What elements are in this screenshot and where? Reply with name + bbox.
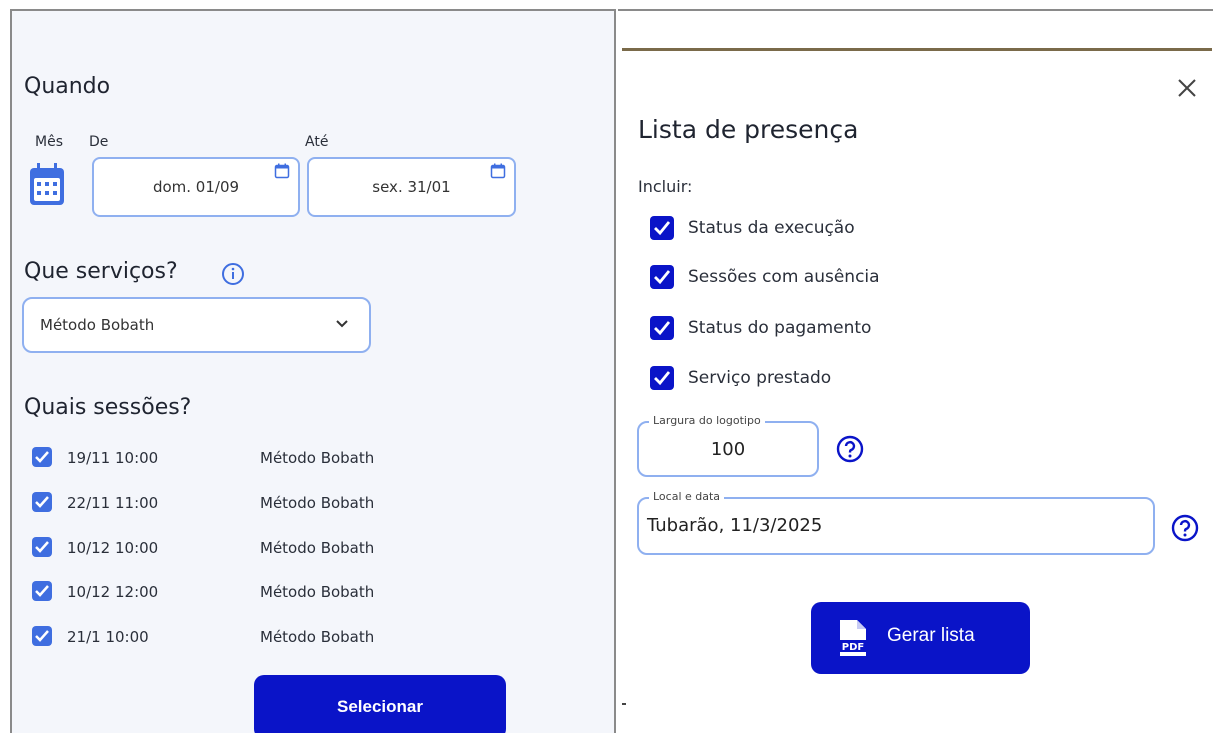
session-date: 19/11 10:00	[67, 449, 159, 467]
checkbox-checked-icon[interactable]	[32, 537, 52, 557]
when-title: Quando	[24, 74, 111, 99]
session-date: 10/12 12:00	[67, 583, 159, 601]
generate-list-button[interactable]: PDF Gerar lista	[811, 602, 1030, 674]
dialog-title: Lista de presença	[638, 115, 859, 144]
checkbox-checked-icon[interactable]	[32, 447, 52, 467]
pdf-icon-text: PDF	[842, 642, 864, 653]
checkbox-checked-icon[interactable]	[650, 216, 674, 240]
date-from-field[interactable]: dom. 01/09	[92, 157, 300, 217]
option-label: Serviço prestado	[688, 368, 832, 388]
calendar-small-icon[interactable]	[490, 163, 506, 179]
generate-list-label: Gerar lista	[887, 625, 975, 646]
checkbox-checked-icon[interactable]	[32, 626, 52, 646]
session-row[interactable]: 21/1 10:00 Método Bobath	[32, 626, 452, 650]
option-execution-status[interactable]: Status da execução	[650, 216, 1050, 242]
checkbox-checked-icon[interactable]	[650, 366, 674, 390]
info-icon[interactable]	[221, 262, 245, 286]
option-payment-status[interactable]: Status do pagamento	[650, 316, 1050, 342]
session-date: 21/1 10:00	[67, 628, 149, 646]
place-date-value: Tubarão, 11/3/2025	[647, 515, 823, 536]
checkbox-checked-icon[interactable]	[32, 492, 52, 512]
place-date-label: Local e data	[649, 490, 725, 503]
service-select-value: Método Bobath	[40, 316, 155, 334]
attendance-list-dialog: Lista de presença Incluir: Status da exe…	[622, 48, 1212, 703]
checkbox-checked-icon[interactable]	[650, 265, 674, 289]
include-label: Incluir:	[638, 177, 693, 196]
session-filter-panel: Quando Mês De Até dom. 01/09 sex. 31/01 …	[10, 9, 616, 733]
help-icon[interactable]	[1171, 514, 1199, 542]
option-label: Sessões com ausência	[688, 267, 880, 287]
session-date: 10/12 10:00	[67, 539, 159, 557]
to-label: Até	[305, 134, 329, 150]
session-row[interactable]: 19/11 10:00 Método Bobath	[32, 447, 452, 471]
session-service: Método Bobath	[260, 449, 375, 467]
date-to-value: sex. 31/01	[372, 178, 451, 196]
option-service-provided[interactable]: Serviço prestado	[650, 366, 1050, 392]
session-service: Método Bobath	[260, 539, 375, 557]
help-icon[interactable]	[836, 435, 864, 463]
place-date-field[interactable]: Local e data Tubarão, 11/3/2025	[637, 490, 1155, 555]
logo-width-label: Largura do logotipo	[649, 414, 765, 427]
services-title: Que serviços?	[24, 259, 178, 284]
sessions-title: Quais sessões?	[24, 395, 192, 420]
divider	[618, 9, 1213, 11]
select-button[interactable]: Selecionar	[254, 675, 506, 733]
option-absent-sessions[interactable]: Sessões com ausência	[650, 265, 1050, 291]
date-to-field[interactable]: sex. 31/01	[307, 157, 516, 217]
session-row[interactable]: 10/12 10:00 Método Bobath	[32, 537, 452, 561]
calendar-small-icon[interactable]	[274, 163, 290, 179]
month-label: Mês	[35, 134, 63, 150]
pdf-icon: PDF	[839, 620, 867, 656]
option-label: Status do pagamento	[688, 318, 872, 338]
checkbox-checked-icon[interactable]	[32, 581, 52, 601]
logo-width-value: 100	[710, 439, 746, 460]
session-date: 22/11 11:00	[67, 494, 159, 512]
chevron-down-icon	[336, 320, 348, 328]
logo-width-field[interactable]: Largura do logotipo 100	[637, 414, 819, 477]
checkbox-checked-icon[interactable]	[650, 316, 674, 340]
session-row[interactable]: 22/11 11:00 Método Bobath	[32, 492, 452, 516]
divider	[622, 703, 626, 705]
from-label: De	[89, 134, 109, 150]
date-from-value: dom. 01/09	[152, 178, 240, 196]
session-service: Método Bobath	[260, 628, 375, 646]
option-label: Status da execução	[688, 218, 855, 238]
session-service: Método Bobath	[260, 494, 375, 512]
session-row[interactable]: 10/12 12:00 Método Bobath	[32, 581, 452, 605]
close-icon[interactable]	[1176, 77, 1198, 99]
session-service: Método Bobath	[260, 583, 375, 601]
calendar-icon[interactable]	[29, 163, 65, 215]
service-select[interactable]: Método Bobath	[22, 297, 371, 353]
